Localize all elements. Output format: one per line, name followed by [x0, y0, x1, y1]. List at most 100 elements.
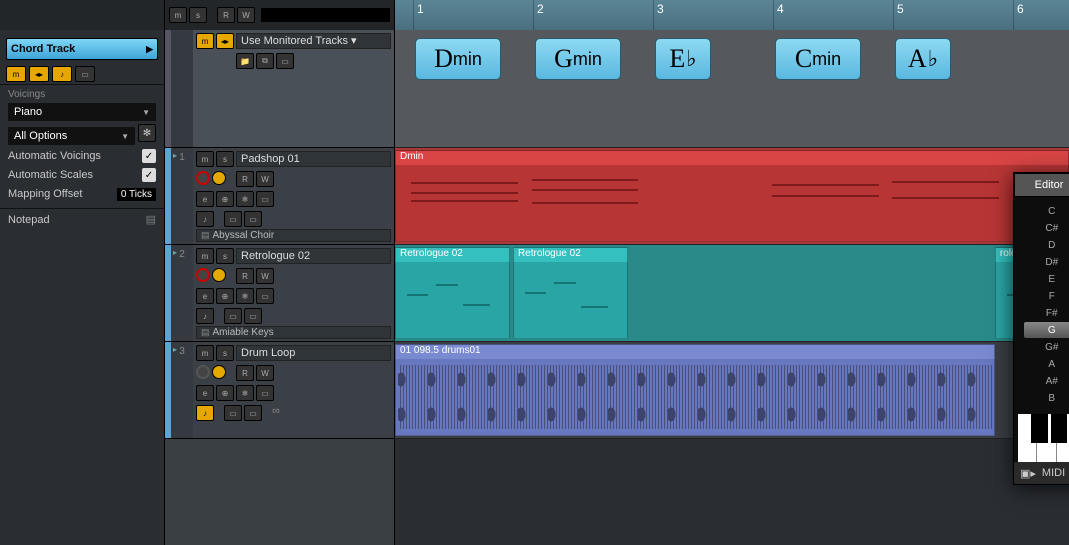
link-button[interactable]: ⧉ — [256, 53, 274, 69]
timeline-ruler[interactable]: 123456 — [395, 0, 1069, 30]
s-button[interactable]: s — [189, 7, 207, 23]
note-button[interactable]: ♪ — [196, 405, 214, 421]
chord-cell[interactable]: D — [1024, 237, 1069, 253]
track-list-panel: m s R W m ◂▸ Use Monitored Tracks ▾ 📁 ⧉ … — [165, 0, 395, 545]
lock-button[interactable]: ▭ — [224, 211, 242, 227]
r-button[interactable]: R — [217, 7, 235, 23]
track-lane-2[interactable]: Retrologue 02 Retrologue 02 rologue 02 — [395, 245, 1069, 342]
chord-cell[interactable]: F — [1024, 288, 1069, 304]
record-button[interactable] — [196, 171, 210, 185]
lane-button[interactable]: ▭ — [256, 191, 274, 207]
chord-event[interactable]: Dmin — [415, 38, 501, 80]
insert-name[interactable]: Abyssal Choir — [196, 229, 391, 242]
track-row[interactable]: ▸2 msRetrologue 02 RW e⊕❄▭ ♪▭▭ Amiable K… — [165, 245, 394, 342]
voicing-settings-button[interactable]: ✻ — [138, 124, 156, 142]
track-solo[interactable]: s — [216, 248, 234, 264]
lock-button[interactable]: ▭ — [75, 66, 95, 82]
track-row[interactable]: ▸1 msPadshop 01 RW e⊕❄▭ ♪▭▭ Abyssal Choi… — [165, 148, 394, 245]
monitored-tracks-select[interactable]: Use Monitored Tracks ▾ — [236, 33, 391, 49]
r-auto[interactable]: R — [236, 171, 254, 187]
chord-event[interactable]: A♭ — [895, 38, 951, 80]
note-button[interactable]: ♪ — [196, 211, 214, 227]
chord-event[interactable]: Cmin — [775, 38, 861, 80]
freeze-button[interactable]: ❄ — [236, 191, 254, 207]
monitor-button[interactable] — [212, 268, 226, 282]
arrange-area[interactable]: 123456 Dmin Gmin E♭ Cmin A♭ Dmin Retrologue … — [395, 0, 1069, 545]
edit-button[interactable]: e — [196, 385, 214, 401]
chord-track-header[interactable]: m ◂▸ Use Monitored Tracks ▾ 📁 ⧉ ▭ — [165, 30, 394, 148]
chord-cell[interactable]: A — [1024, 356, 1069, 372]
lane-button[interactable]: ▭ — [256, 385, 274, 401]
mapping-offset-value[interactable]: 0 Ticks — [117, 188, 156, 201]
track-lane-3[interactable]: 01 098.5 drums01 — [395, 342, 1069, 439]
record-button[interactable] — [196, 268, 210, 282]
chord-cell[interactable]: E — [1024, 271, 1069, 287]
lock-button[interactable]: ▭ — [224, 308, 242, 324]
pad-button[interactable]: ▭ — [244, 405, 262, 421]
note-button[interactable]: ♪ — [52, 66, 72, 82]
voicing-preset-select[interactable]: Piano▼ — [8, 103, 156, 121]
record-button[interactable] — [196, 365, 210, 379]
track-mute[interactable]: m — [196, 345, 214, 361]
clip-drums[interactable]: 01 098.5 drums01 — [395, 344, 995, 436]
clip-padshop[interactable]: Dmin — [395, 150, 1069, 242]
w-auto[interactable]: W — [256, 268, 274, 284]
pad-button[interactable]: ▭ — [244, 211, 262, 227]
track-solo[interactable]: s — [216, 345, 234, 361]
lock-button[interactable]: ▭ — [276, 53, 294, 69]
edit-button[interactable]: e — [196, 191, 214, 207]
lane-button[interactable]: ▭ — [256, 288, 274, 304]
monitor-button[interactable] — [212, 365, 226, 379]
piano-keyboard[interactable] — [1018, 414, 1069, 462]
track-monitor[interactable]: ◂▸ — [216, 33, 234, 49]
chord-cell[interactable]: G — [1024, 322, 1069, 338]
insert-name[interactable]: Amiable Keys — [196, 326, 391, 339]
chord-event[interactable]: E♭ — [655, 38, 711, 80]
w-button[interactable]: W — [237, 7, 255, 23]
ch-button[interactable]: ⊕ — [216, 191, 234, 207]
freeze-button[interactable]: ❄ — [236, 385, 254, 401]
editor-tab[interactable]: Editor — [1014, 173, 1069, 197]
track-mute[interactable]: m — [196, 33, 214, 49]
inspector-track-name[interactable]: Chord Track ▶ — [6, 38, 158, 60]
w-auto[interactable]: W — [256, 365, 274, 381]
auto-scales-checkbox[interactable]: ✓ — [142, 168, 156, 182]
track-solo[interactable]: s — [216, 151, 234, 167]
chord-cell[interactable]: C# — [1024, 220, 1069, 236]
edit-button[interactable]: e — [196, 288, 214, 304]
ch-button[interactable]: ⊕ — [216, 385, 234, 401]
note-button[interactable]: ♪ — [196, 308, 214, 324]
chord-cell[interactable]: G# — [1024, 339, 1069, 355]
voicing-options-select[interactable]: All Options▼ — [8, 127, 135, 145]
track-mute[interactable]: m — [196, 248, 214, 264]
track-name-field[interactable]: Drum Loop — [236, 345, 391, 361]
chord-lane[interactable]: Dmin Gmin E♭ Cmin A♭ — [395, 30, 1069, 148]
chord-cell[interactable]: D# — [1024, 254, 1069, 270]
ch-button[interactable]: ⊕ — [216, 288, 234, 304]
clip-retro-2[interactable]: Retrologue 02 — [513, 247, 628, 339]
clip-retro-1[interactable]: Retrologue 02 — [395, 247, 510, 339]
solo-button[interactable]: ◂▸ — [29, 66, 49, 82]
track-name-field[interactable]: Padshop 01 — [236, 151, 391, 167]
track-row[interactable]: ▸3 msDrum Loop RW e⊕❄▭ ♪▭▭∞ — [165, 342, 394, 439]
r-auto[interactable]: R — [236, 365, 254, 381]
freeze-button[interactable]: ❄ — [236, 288, 254, 304]
m-button[interactable]: m — [169, 7, 187, 23]
chord-cell[interactable]: C — [1024, 203, 1069, 219]
pad-button[interactable]: ▭ — [244, 308, 262, 324]
mute-button[interactable]: m — [6, 66, 26, 82]
r-auto[interactable]: R — [236, 268, 254, 284]
w-auto[interactable]: W — [256, 171, 274, 187]
track-lane-1[interactable]: Dmin — [395, 148, 1069, 245]
monitor-button[interactable] — [212, 171, 226, 185]
chord-cell[interactable]: B — [1024, 390, 1069, 406]
track-mute[interactable]: m — [196, 151, 214, 167]
lock-button[interactable]: ▭ — [224, 405, 242, 421]
chord-cell[interactable]: A# — [1024, 373, 1069, 389]
chord-event[interactable]: Gmin — [535, 38, 621, 80]
chord-cell[interactable]: F# — [1024, 305, 1069, 321]
notepad-icon[interactable]: ▤ — [146, 213, 156, 226]
folder-button[interactable]: 📁 — [236, 53, 254, 69]
track-name-field[interactable]: Retrologue 02 — [236, 248, 391, 264]
auto-voicings-checkbox[interactable]: ✓ — [142, 149, 156, 163]
